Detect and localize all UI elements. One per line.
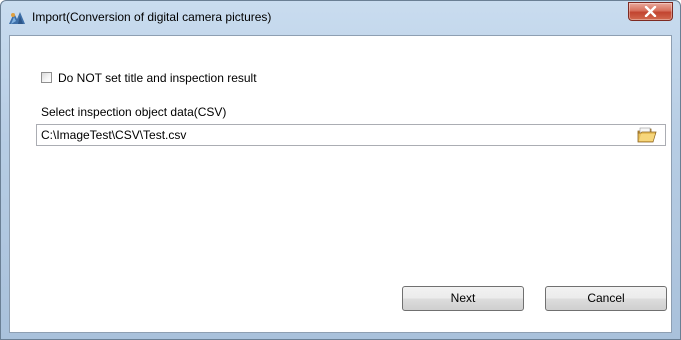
close-icon <box>644 6 657 17</box>
close-button[interactable] <box>628 2 673 21</box>
dialog-content: Do NOT set title and inspection result S… <box>9 35 672 333</box>
no-title-checkbox[interactable] <box>41 72 52 83</box>
window-title: Import(Conversion of digital camera pict… <box>32 10 272 24</box>
title-bar[interactable]: Import(Conversion of digital camera pict… <box>1 1 680 35</box>
dialog-window: Import(Conversion of digital camera pict… <box>0 0 681 340</box>
app-logo-icon <box>8 10 26 26</box>
browse-folder-button[interactable] <box>637 127 657 144</box>
csv-path-input[interactable] <box>36 124 666 146</box>
folder-open-icon <box>637 127 657 143</box>
cancel-button[interactable]: Cancel <box>545 286 667 311</box>
checkbox-label[interactable]: Do NOT set title and inspection result <box>58 71 257 85</box>
csv-field-label: Select inspection object data(CSV) <box>41 105 227 119</box>
next-button[interactable]: Next <box>402 286 524 311</box>
